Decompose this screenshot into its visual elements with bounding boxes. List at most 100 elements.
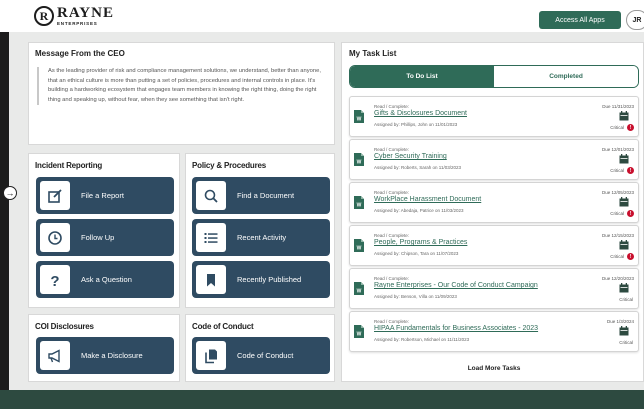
logo-subtitle: ENTERPRISES [57, 21, 98, 26]
code-of-conduct-label: Code of Conduct [237, 351, 294, 360]
svg-text:?: ? [50, 273, 59, 288]
task-kind: Read / Complete: [374, 147, 410, 152]
document-icon: W [354, 110, 364, 123]
task-card[interactable]: W Read / Complete: Gifts & Disclosures Doc… [349, 96, 639, 137]
find-document-button[interactable]: Find a Document [192, 177, 330, 214]
recent-activity-button[interactable]: Recent Activity [192, 219, 330, 256]
footer-band [0, 390, 644, 409]
document-icon: W [354, 196, 364, 209]
code-of-conduct-title: Code of Conduct [192, 322, 254, 331]
task-list-panel: My Task List To Do List Completed W Read … [341, 42, 644, 382]
critical-alert-icon: ! [627, 124, 634, 131]
task-tabs: To Do List Completed [349, 65, 639, 88]
task-assigned-by: Assigned by: Chipson, Tara on 11/07/2023 [374, 251, 459, 256]
calendar-icon [619, 283, 629, 293]
calendar-icon [619, 197, 629, 207]
task-due-date: Due 1/3/2024 [606, 319, 634, 324]
file-report-label: File a Report [81, 191, 124, 200]
task-card[interactable]: W Read / Complete: Rayne Enterprises - Our… [349, 268, 639, 309]
task-assigned-by: Assigned by: Abedaja, Patrice on 11/03/2… [374, 208, 464, 213]
task-priority: Critical [619, 297, 633, 302]
task-assigned-by: Assigned by: Phillips, John on 11/01/202… [374, 122, 458, 127]
task-priority: Critical [619, 340, 633, 345]
ceo-message-body: As the leading provider of risk and comp… [37, 67, 327, 105]
task-assigned-by: Assigned by: Roberts, Sarah on 11/03/202… [374, 165, 461, 170]
tab-to-do-list[interactable]: To Do List [350, 66, 494, 87]
task-kind: Read / Complete: [374, 190, 410, 195]
company-logo[interactable]: R RAYNE ENTERPRISES [34, 6, 114, 27]
task-card[interactable]: W Read / Complete: HIPAA Fundamentals for … [349, 311, 639, 352]
document-icon: W [354, 153, 364, 166]
task-due-date: Due 12/01/2023 [601, 147, 634, 152]
calendar-icon [619, 326, 629, 336]
user-avatar[interactable]: JR [626, 10, 644, 30]
policy-procedures-title: Policy & Procedures [192, 161, 267, 170]
svg-text:W: W [357, 203, 362, 209]
task-card[interactable]: W Read / Complete: WorkPlace Harassment Do… [349, 182, 639, 223]
task-kind: Read / Complete: [374, 276, 410, 281]
edit-icon [40, 181, 70, 210]
critical-alert-icon: ! [627, 167, 634, 174]
recent-activity-label: Recent Activity [237, 233, 287, 242]
document-icon: W [354, 282, 364, 295]
sidebar-toggle-arrow-icon[interactable]: → [3, 186, 17, 200]
recently-published-label: Recently Published [237, 275, 302, 284]
follow-up-label: Follow Up [81, 233, 115, 242]
task-priority: Critical [610, 211, 624, 216]
ask-question-button[interactable]: ? Ask a Question [36, 261, 174, 298]
code-of-conduct-button[interactable]: Code of Conduct [192, 337, 330, 374]
task-card[interactable]: W Read / Complete: People, Programs & Prac… [349, 225, 639, 266]
task-due-date: Due 11/31/2023 [602, 104, 634, 109]
tab-completed[interactable]: Completed [494, 66, 638, 87]
ask-question-label: Ask a Question [81, 275, 132, 284]
task-name-link[interactable]: WorkPlace Harassment Document [374, 196, 481, 203]
coi-disclosures-title: COI Disclosures [35, 322, 94, 331]
svg-text:W: W [357, 332, 362, 338]
task-due-date: Due 12/20/2023 [601, 276, 634, 281]
file-report-button[interactable]: File a Report [36, 177, 174, 214]
task-assigned-by: Assigned by: Robertson, Michael on 11/11… [374, 337, 470, 342]
critical-alert-icon: ! [627, 210, 634, 217]
make-disclosure-button[interactable]: Make a Disclosure [36, 337, 174, 374]
incident-reporting-title: Incident Reporting [35, 161, 103, 170]
task-name-link[interactable]: People, Programs & Practices [374, 239, 467, 246]
calendar-icon [619, 240, 629, 250]
left-sidebar-strip [0, 32, 9, 390]
task-kind: Read / Complete: [374, 319, 410, 324]
load-more-tasks-button[interactable]: Load More Tasks [349, 365, 639, 372]
document-icon: W [354, 325, 364, 338]
task-card[interactable]: W Read / Complete: Cyber Security Training… [349, 139, 639, 180]
list-icon [196, 223, 226, 252]
question-icon: ? [40, 265, 70, 294]
svg-text:W: W [357, 117, 362, 123]
task-kind: Read / Complete: [374, 104, 410, 109]
incident-reporting-card: Incident Reporting File a Report Follow … [28, 153, 180, 308]
access-all-apps-button[interactable]: Access All Apps [539, 11, 621, 29]
task-name-link[interactable]: Gifts & Disclosures Document [374, 110, 467, 117]
task-name-link[interactable]: Cyber Security Training [374, 153, 447, 160]
ceo-message-title: Message From the CEO [35, 49, 125, 58]
code-of-conduct-card: Code of Conduct Code of Conduct [185, 314, 335, 382]
megaphone-icon [40, 341, 70, 370]
clock-icon [40, 223, 70, 252]
policy-procedures-card: Policy & Procedures Find a Document Rece… [185, 153, 335, 308]
critical-alert-icon: ! [627, 253, 634, 260]
svg-text:W: W [357, 246, 362, 252]
document-icon: W [354, 239, 364, 252]
task-name-link[interactable]: HIPAA Fundamentals for Business Associat… [374, 325, 538, 332]
task-priority: Critical [610, 125, 624, 130]
logo-mark: R [34, 6, 54, 27]
task-priority: Critical [610, 168, 624, 173]
logo-name: RAYNE [57, 5, 114, 21]
task-list-title: My Task List [349, 49, 397, 58]
calendar-icon [619, 111, 629, 121]
find-document-label: Find a Document [237, 191, 295, 200]
task-due-date: Due 12/05/2023 [601, 190, 634, 195]
search-icon [196, 181, 226, 210]
follow-up-button[interactable]: Follow Up [36, 219, 174, 256]
recently-published-button[interactable]: Recently Published [192, 261, 330, 298]
svg-text:W: W [357, 160, 362, 166]
task-name-link[interactable]: Rayne Enterprises - Our Code of Conduct … [374, 282, 538, 289]
make-disclosure-label: Make a Disclosure [81, 351, 143, 360]
coi-disclosures-card: COI Disclosures Make a Disclosure [28, 314, 180, 382]
